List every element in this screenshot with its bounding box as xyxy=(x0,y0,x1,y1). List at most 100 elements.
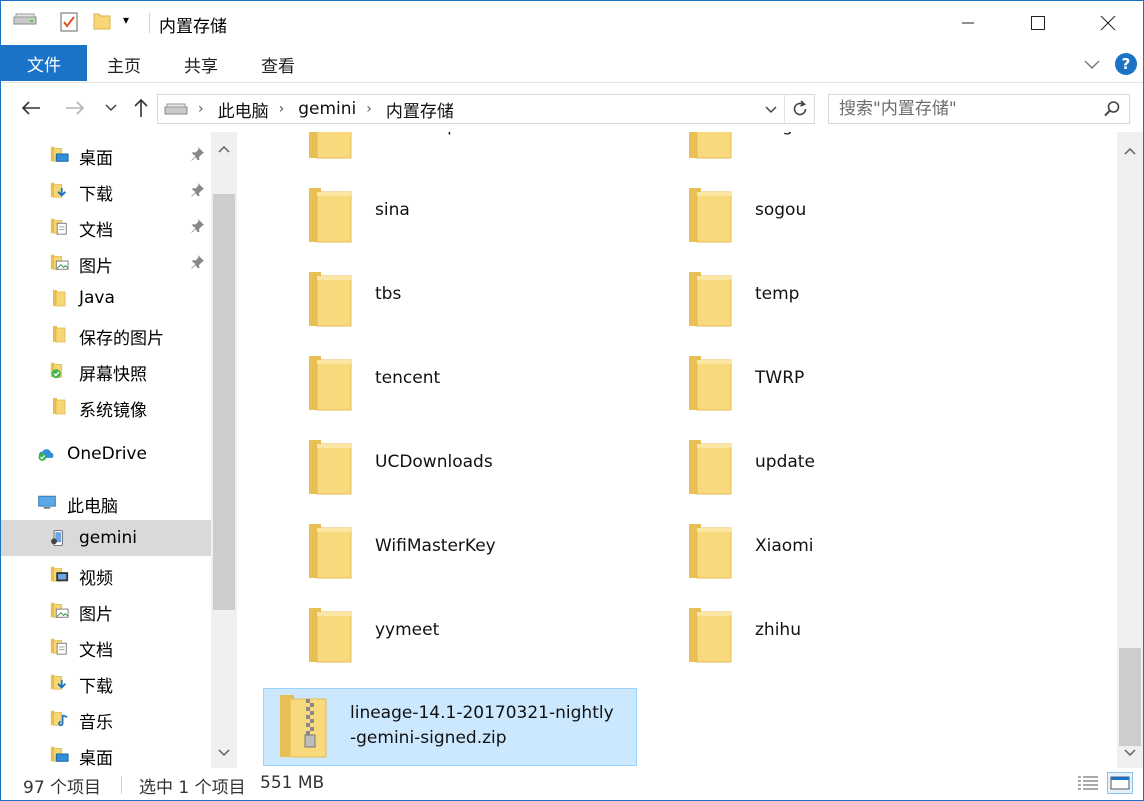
drive-icon[interactable] xyxy=(13,11,37,27)
zip-file-icon xyxy=(278,693,330,763)
sidebar-item-pc-music[interactable]: 音乐 xyxy=(1,700,211,736)
tab-share[interactable]: 共享 xyxy=(165,45,237,83)
recent-locations-button[interactable] xyxy=(99,96,123,120)
new-folder-icon[interactable] xyxy=(93,11,111,31)
scroll-down-icon[interactable] xyxy=(211,742,237,764)
folder-item[interactable]: zhihu xyxy=(643,594,1017,672)
folder-icon xyxy=(687,354,733,416)
breadcrumb-chevron-icon[interactable]: › xyxy=(279,101,285,117)
sidebar-item-pc-pictures[interactable]: 图片 xyxy=(1,592,211,628)
forward-button[interactable] xyxy=(63,96,87,120)
folder-item[interactable]: update xyxy=(643,426,1017,504)
sidebar-item-label: 保存的图片 xyxy=(79,329,164,349)
minimize-button[interactable] xyxy=(933,1,1003,45)
download-folder-icon xyxy=(49,180,69,200)
folder-item[interactable]: yymeet xyxy=(263,594,637,672)
folder-item[interactable]: UCDownloads xyxy=(263,426,637,504)
expand-ribbon-chevron-icon[interactable] xyxy=(1083,55,1101,74)
documents-folder-icon xyxy=(49,636,69,656)
pictures-folder-icon xyxy=(49,600,69,620)
folder-icon xyxy=(307,186,353,248)
sidebar-item-pc-downloads[interactable]: 下载 xyxy=(1,664,211,700)
scroll-up-icon[interactable] xyxy=(211,138,237,160)
tab-view[interactable]: 查看 xyxy=(241,45,315,83)
sidebar-item-quick-java[interactable]: Java xyxy=(1,280,211,316)
pin-icon[interactable] xyxy=(189,218,205,239)
folder-item[interactable]: TWRP xyxy=(643,342,1017,420)
scroll-up-icon[interactable] xyxy=(1117,140,1143,162)
maximize-button[interactable] xyxy=(1003,1,1073,45)
customize-toolbar-chevron-icon[interactable]: ▾ xyxy=(123,13,129,27)
sidebar-item-quick-pictures[interactable]: 图片 xyxy=(1,244,211,280)
back-button[interactable] xyxy=(19,96,43,120)
breadcrumb-internal-storage[interactable]: 内置存储 xyxy=(386,97,454,122)
folder-item[interactable]: tencent xyxy=(263,342,637,420)
folder-icon xyxy=(687,522,733,584)
title-bar: ▾ 内置存储 xyxy=(1,1,1143,45)
folder-icon xyxy=(687,606,733,668)
folder-item[interactable]: ramdump xyxy=(263,132,637,168)
search-input[interactable] xyxy=(829,95,1099,123)
address-bar[interactable]: › 此电脑 › gemini › 内置存储 xyxy=(157,94,815,124)
tab-file[interactable]: 文件 xyxy=(1,45,87,81)
sidebar-item-label: 视频 xyxy=(79,569,113,589)
breadcrumb-gemini[interactable]: gemini xyxy=(298,99,356,119)
pin-icon[interactable] xyxy=(189,146,205,167)
sidebar-item-quick-documents[interactable]: 文档 xyxy=(1,208,211,244)
content-scrollbar[interactable] xyxy=(1117,132,1143,768)
status-separator xyxy=(121,776,122,794)
nav-scrollbar-thumb[interactable] xyxy=(213,194,235,610)
pin-icon[interactable] xyxy=(189,254,205,275)
sidebar-item-this-pc[interactable]: 此电脑 xyxy=(1,484,211,520)
details-view-icon[interactable] xyxy=(1075,772,1101,794)
nav-scrollbar[interactable] xyxy=(211,132,237,768)
sidebar-item-quick-downloads[interactable]: 下载 xyxy=(1,172,211,208)
content-scrollbar-thumb[interactable] xyxy=(1119,648,1141,746)
folder-item[interactable]: temp xyxy=(643,258,1017,336)
status-bar: 97 个项目 选中 1 个项目 551 MB xyxy=(1,768,1143,800)
sidebar-item-pc-videos[interactable]: 视频 xyxy=(1,556,211,592)
folder-item[interactable]: Xiaomi xyxy=(643,510,1017,588)
folder-item[interactable]: sogou xyxy=(643,174,1017,252)
large-icons-view-icon[interactable] xyxy=(1107,772,1133,794)
folder-item[interactable]: Ringtones xyxy=(643,132,1017,168)
folder-item[interactable]: tbs xyxy=(263,258,637,336)
folder-name: TWRP xyxy=(755,368,805,388)
zip-file-item[interactable]: lineage-14.1-20170321-nightly -gemini-sig… xyxy=(263,688,637,766)
minimize-icon xyxy=(962,22,974,24)
properties-icon[interactable] xyxy=(59,11,79,33)
folder-icon xyxy=(687,132,733,164)
sidebar-item-quick-saved-pictures[interactable]: 保存的图片 xyxy=(1,316,211,352)
scroll-down-icon[interactable] xyxy=(1117,742,1143,764)
help-icon[interactable]: ? xyxy=(1115,53,1137,75)
this-pc-icon xyxy=(37,492,57,512)
close-button[interactable] xyxy=(1073,1,1143,45)
music-folder-icon xyxy=(49,708,69,728)
sidebar-item-quick-desktop[interactable]: 桌面 xyxy=(1,136,211,172)
sidebar-item-gemini[interactable]: gemini xyxy=(1,520,211,556)
sidebar-item-pc-documents[interactable]: 文档 xyxy=(1,628,211,664)
breadcrumb-chevron-icon[interactable]: › xyxy=(366,101,372,117)
sidebar-item-pc-desktop[interactable]: 桌面 xyxy=(1,736,211,768)
sidebar-item-onedrive[interactable]: OneDrive xyxy=(1,436,211,472)
folder-item[interactable]: sina xyxy=(263,174,637,252)
tab-home[interactable]: 主页 xyxy=(87,45,161,83)
sidebar-item-quick-system-image[interactable]: 系统镜像 xyxy=(1,388,211,424)
sidebar-item-label: 图片 xyxy=(79,605,113,625)
folder-name: WifiMasterKey xyxy=(375,536,496,556)
search-icon[interactable] xyxy=(1103,100,1121,122)
breadcrumb-chevron-icon[interactable]: › xyxy=(198,101,204,117)
folder-name: yymeet xyxy=(375,620,440,640)
up-button[interactable] xyxy=(129,96,153,120)
folder-name: UCDownloads xyxy=(375,452,493,472)
breadcrumb-this-pc[interactable]: 此电脑 xyxy=(218,97,269,122)
sidebar-item-label: 屏幕快照 xyxy=(79,365,147,385)
address-dropdown-icon[interactable] xyxy=(764,99,778,124)
folder-item[interactable]: WifiMasterKey xyxy=(263,510,637,588)
up-arrow-icon xyxy=(134,98,148,117)
folder-name: Ringtones xyxy=(755,132,840,136)
pin-icon[interactable] xyxy=(189,182,205,203)
folder-name: update xyxy=(755,452,815,472)
refresh-button[interactable] xyxy=(784,95,814,123)
sidebar-item-quick-screenshots[interactable]: 屏幕快照 xyxy=(1,352,211,388)
